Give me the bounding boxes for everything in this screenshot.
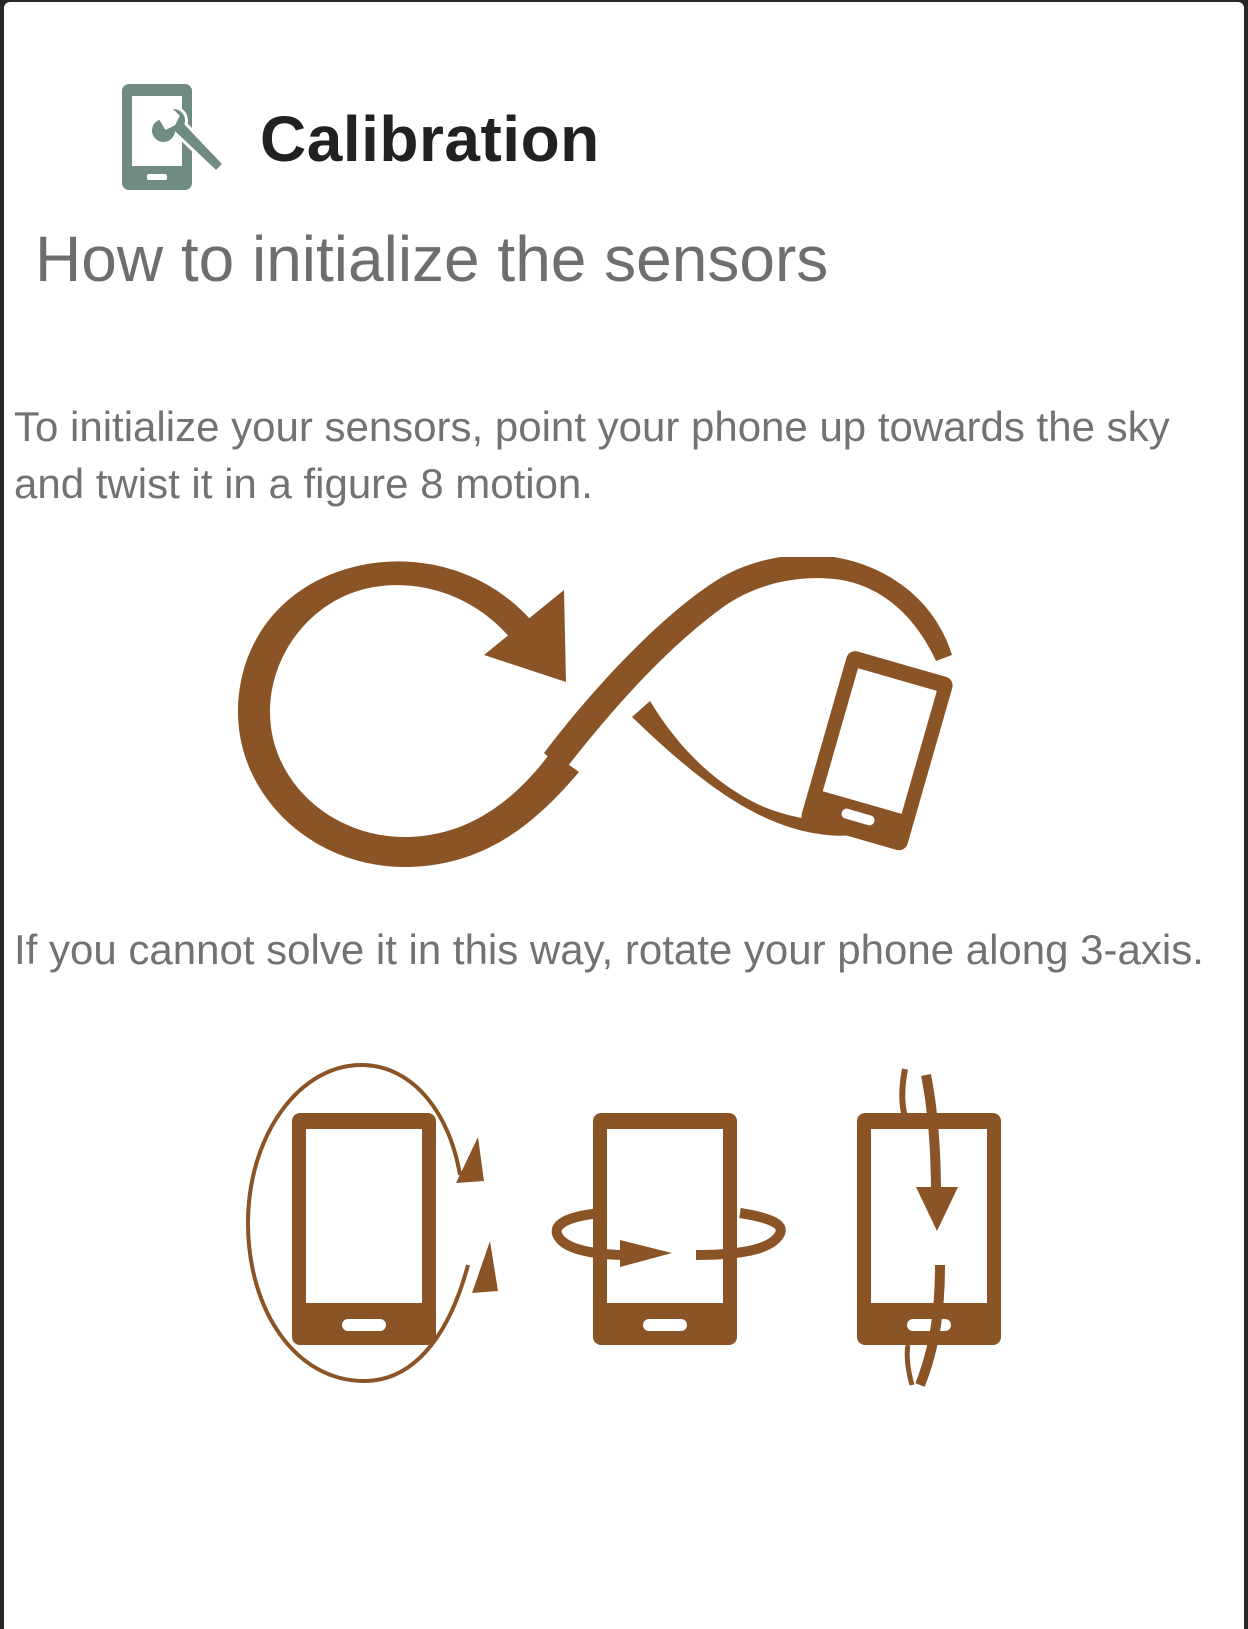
rotate-x-axis-illustration <box>857 1068 1001 1387</box>
three-axis-rotation-illustration <box>245 1062 1001 1387</box>
dialog-title: Calibration <box>260 103 600 175</box>
phone-wrench-icon <box>122 84 227 190</box>
rotate-y-axis-illustration <box>551 1113 786 1345</box>
instruction-text: To initialize your sensors, point your p… <box>14 403 1170 507</box>
section-heading: How to initialize the sensors <box>35 223 829 295</box>
figure-eight-motion-illustration <box>238 557 953 868</box>
rotate-z-axis-illustration <box>245 1062 498 1384</box>
fallback-instruction-text: If you cannot solve it in this way, rota… <box>14 926 1204 973</box>
calibration-dialog: Calibration How to initialize the sensor… <box>4 2 1244 1629</box>
